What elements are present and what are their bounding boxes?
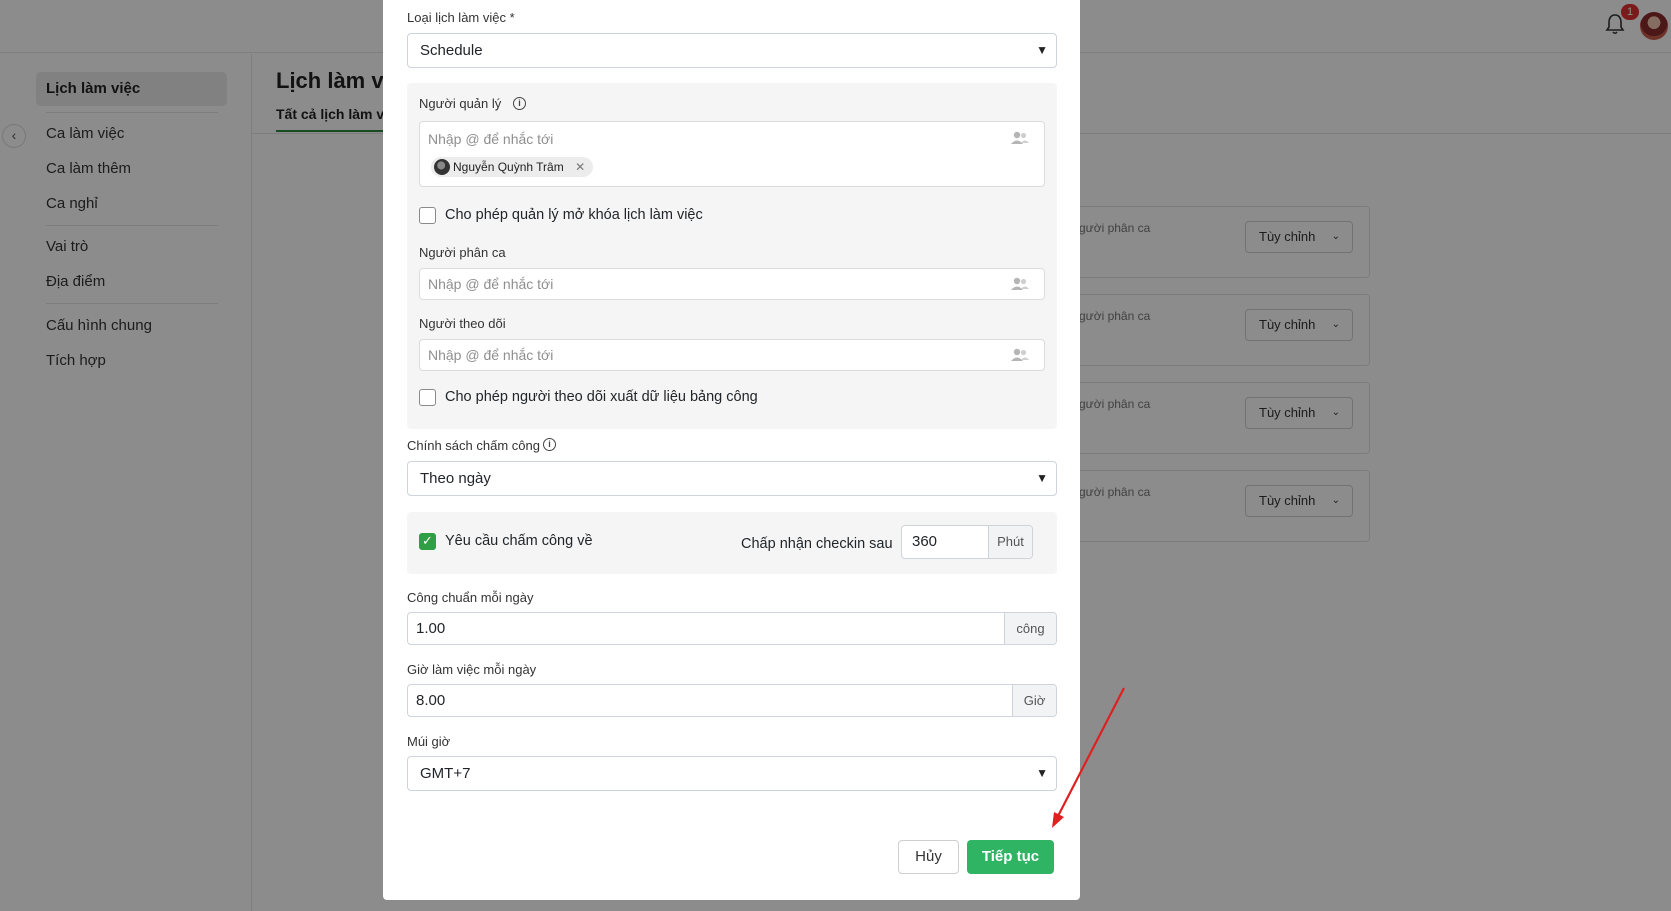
checkout-panel: ✓ Yêu cầu chấm công về Chấp nhận checkin…	[407, 512, 1057, 574]
allow-follower-export-checkbox[interactable]	[419, 389, 436, 406]
chevron-down-icon: ▼	[1036, 471, 1048, 485]
hours-per-day-label: Giờ làm việc mỗi ngày	[407, 662, 537, 677]
attendance-policy-select[interactable]: Theo ngày ▼	[407, 461, 1057, 496]
assigners-input[interactable]: Nhập @ để nhắc tới	[419, 268, 1045, 300]
managers-input[interactable]: Nhập @ để nhắc tới Nguyễn Quỳnh Trâm ✕	[419, 121, 1045, 187]
followers-label: Người theo dõi	[419, 316, 506, 331]
timezone-select[interactable]: GMT+7 ▼	[407, 756, 1057, 791]
schedule-type-value: Schedule	[420, 42, 483, 59]
assigners-placeholder: Nhập @ để nhắc tới	[428, 276, 554, 292]
standard-per-day-label: Công chuẩn mỗi ngày	[407, 590, 534, 605]
standard-per-day-value: 1.00	[416, 620, 446, 637]
remove-chip-icon[interactable]: ✕	[575, 160, 585, 174]
info-icon[interactable]: i	[543, 438, 556, 451]
chevron-down-icon: ▼	[1036, 43, 1048, 57]
allow-manager-unlock-checkbox[interactable]	[419, 207, 436, 224]
schedule-type-label: Loại lịch làm việc *	[407, 10, 515, 25]
managers-label: Người quản lý	[419, 96, 502, 111]
checkin-after-input[interactable]: 360 Phút	[901, 525, 1033, 559]
users-icon	[1010, 347, 1030, 363]
attendance-policy-value: Theo ngày	[420, 470, 491, 487]
standard-unit: công	[1004, 613, 1056, 644]
schedule-type-select[interactable]: Schedule ▼	[407, 33, 1057, 68]
allow-manager-unlock-label: Cho phép quản lý mở khóa lịch làm việc	[445, 207, 703, 223]
minutes-unit: Phút	[988, 526, 1032, 558]
require-checkout-label: Yêu cầu chấm công về	[445, 533, 593, 549]
users-icon	[1010, 130, 1030, 146]
assigners-label: Người phân ca	[419, 245, 506, 260]
attendance-policy-label: Chính sách chấm công	[407, 438, 540, 453]
timezone-value: GMT+7	[420, 765, 471, 782]
allow-follower-export-label: Cho phép người theo dõi xuất dữ liệu bản…	[445, 389, 758, 405]
managers-placeholder: Nhập @ để nhắc tới	[428, 131, 554, 147]
checkin-after-label: Chấp nhận checkin sau	[741, 536, 893, 552]
manager-chip[interactable]: Nguyễn Quỳnh Trâm ✕	[431, 157, 594, 177]
checkin-after-value: 360	[912, 533, 938, 550]
followers-input[interactable]: Nhập @ để nhắc tới	[419, 339, 1045, 371]
standard-per-day-input[interactable]: 1.00 công	[407, 612, 1057, 645]
require-checkout-checkbox[interactable]: ✓	[419, 533, 436, 550]
hours-per-day-value: 8.00	[416, 692, 446, 709]
people-panel: Người quản lý i Nhập @ để nhắc tới Nguyễ…	[407, 83, 1057, 429]
chip-avatar	[434, 159, 450, 175]
timezone-label: Múi giờ	[407, 734, 451, 749]
users-icon	[1010, 276, 1030, 292]
chevron-down-icon: ▼	[1036, 766, 1048, 780]
hours-unit: Giờ	[1012, 685, 1056, 716]
cancel-button[interactable]: Hủy	[898, 840, 959, 874]
followers-placeholder: Nhập @ để nhắc tới	[428, 347, 554, 363]
chip-name: Nguyễn Quỳnh Trâm	[453, 160, 564, 174]
next-button[interactable]: Tiếp tục	[967, 840, 1054, 874]
hours-per-day-input[interactable]: 8.00 Giờ	[407, 684, 1057, 717]
create-schedule-modal: Loại lịch làm việc * Schedule ▼ Người qu…	[383, 0, 1080, 900]
info-icon[interactable]: i	[513, 97, 526, 110]
